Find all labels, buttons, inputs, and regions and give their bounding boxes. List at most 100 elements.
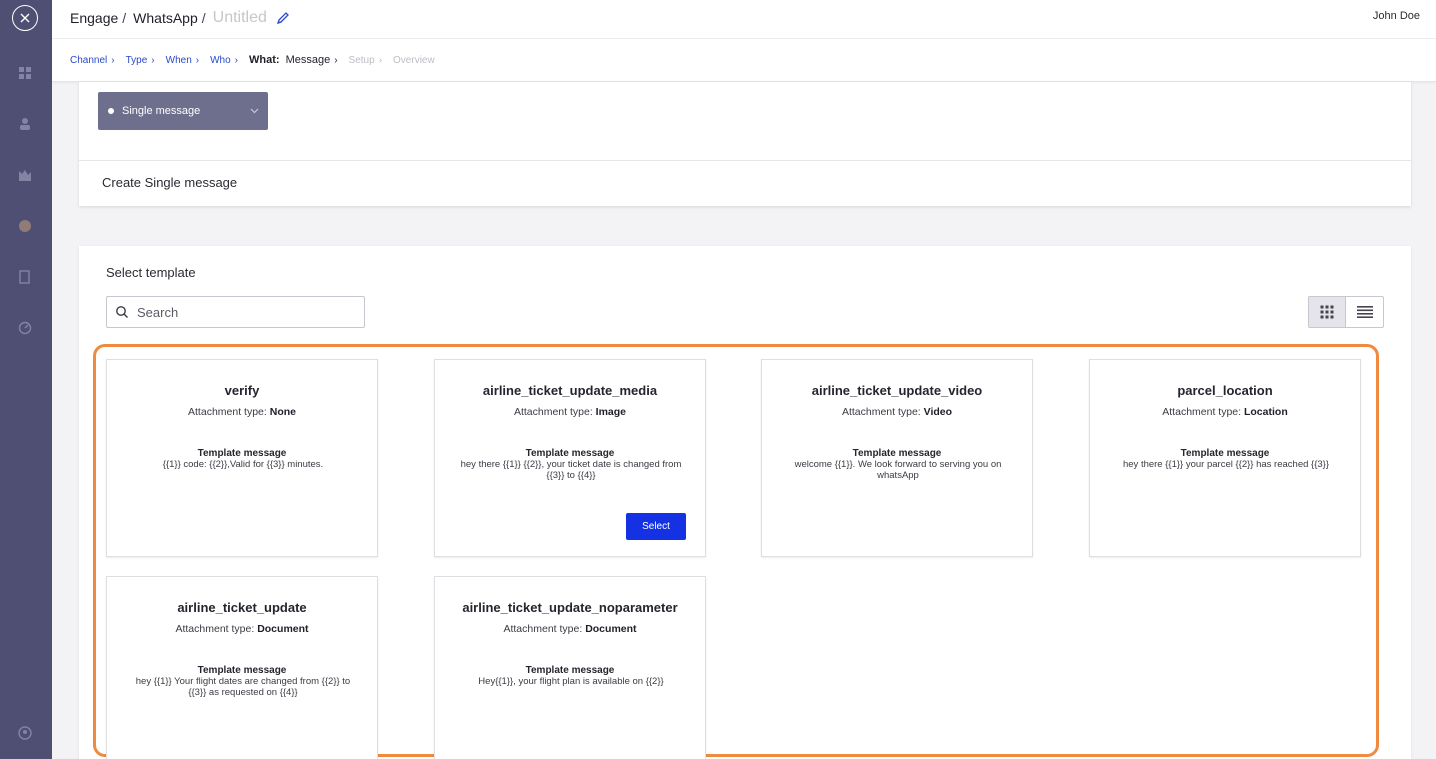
template-attachment: Attachment type: None bbox=[107, 406, 377, 418]
template-message-heading: Template message bbox=[197, 448, 287, 459]
template-card-verify[interactable]: verify Attachment type: None Template me… bbox=[106, 359, 378, 557]
section-title: Select template bbox=[106, 265, 196, 280]
step-when[interactable]: When › bbox=[166, 55, 199, 66]
template-card-parcel-location[interactable]: parcel_location Attachment type: Locatio… bbox=[1089, 359, 1361, 557]
attachment-label: Attachment type: bbox=[841, 406, 921, 418]
attachment-type: None bbox=[269, 406, 296, 418]
attachment-type: Location bbox=[1243, 406, 1288, 418]
template-attachment: Attachment type: Video bbox=[762, 406, 1032, 418]
audience-icon[interactable] bbox=[18, 117, 32, 131]
step-sublabel: Message bbox=[285, 54, 331, 66]
template-message-text: Hey{{1}}, your flight plan is available … bbox=[478, 676, 664, 687]
template-attachment: Attachment type: Image bbox=[435, 406, 705, 418]
chevron-right-icon: › bbox=[378, 54, 383, 66]
message-type-card: Single message Create Single message bbox=[79, 82, 1411, 206]
chevron-right-icon: › bbox=[334, 54, 338, 66]
page-header: Engage / WhatsApp / Untitled John Doe Chan… bbox=[52, 0, 1436, 82]
template-message-text: hey {{1}} Your flight dates are changed … bbox=[135, 676, 351, 698]
template-name: airline_ticket_update_media bbox=[482, 383, 658, 398]
attachment-type: Document bbox=[257, 623, 309, 635]
template-name: airline_ticket_update_noparameter bbox=[462, 600, 678, 615]
template-card-airline-ticket-update-noparameter[interactable]: airline_ticket_update_noparameter Attach… bbox=[434, 576, 706, 759]
step-label: Who bbox=[210, 54, 231, 66]
bullet-icon bbox=[108, 108, 114, 114]
template-message-text: hey there {{1}} {{2}}, your ticket date … bbox=[460, 459, 682, 481]
template-attachment: Attachment type: Document bbox=[107, 623, 377, 635]
step-label: Setup bbox=[348, 54, 375, 66]
content-icon[interactable] bbox=[18, 270, 32, 284]
template-message-text: hey there {{1}} your parcel {{2}} has re… bbox=[1122, 459, 1329, 470]
template-name: parcel_location bbox=[1177, 383, 1273, 398]
list-icon bbox=[1356, 306, 1373, 318]
step-label: What: bbox=[249, 54, 280, 66]
create-message-label: Create Single message bbox=[102, 175, 238, 190]
left-rail bbox=[0, 0, 52, 759]
pencil-icon[interactable] bbox=[276, 11, 290, 25]
message-type-value: Single message bbox=[122, 105, 201, 117]
step-setup: Setup › bbox=[349, 55, 382, 66]
attachment-label: Attachment type: bbox=[175, 623, 255, 635]
template-name: verify bbox=[224, 383, 260, 398]
template-message-text: welcome {{1}}. We look forward to servin… bbox=[794, 459, 1002, 481]
gauge-icon[interactable] bbox=[18, 321, 32, 335]
grid-icon bbox=[1320, 305, 1334, 319]
close-icon[interactable] bbox=[12, 5, 38, 31]
step-channel[interactable]: Channel › bbox=[70, 55, 115, 66]
chevron-right-icon: › bbox=[195, 54, 200, 66]
attachment-label: Attachment type: bbox=[1162, 406, 1242, 418]
search-icon bbox=[116, 306, 128, 318]
breadcrumb-separator: / bbox=[201, 10, 206, 26]
select-template-button[interactable]: Select bbox=[626, 513, 686, 540]
template-card-airline-ticket-update[interactable]: airline_ticket_update Attachment type: D… bbox=[106, 576, 378, 759]
engage-chat-icon[interactable] bbox=[18, 219, 32, 233]
template-selection-card: Select template verify Attachment type: … bbox=[79, 246, 1411, 759]
template-card-airline-ticket-update-video[interactable]: airline_ticket_update_video Attachment t… bbox=[761, 359, 1033, 557]
template-message-heading: Template message bbox=[1180, 448, 1270, 459]
step-label: Type bbox=[125, 54, 148, 66]
template-message-heading: Template message bbox=[852, 448, 942, 459]
breadcrumb-whatsapp[interactable]: WhatsApp bbox=[133, 10, 198, 26]
view-toggle bbox=[1308, 296, 1384, 328]
template-attachment: Attachment type: Document bbox=[435, 623, 705, 635]
step-overview: Overview bbox=[393, 55, 435, 66]
campaign-title: Untitled bbox=[212, 9, 267, 26]
breadcrumb: Engage / WhatsApp / Untitled bbox=[70, 9, 290, 27]
breadcrumb-engage[interactable]: Engage bbox=[70, 10, 118, 26]
dashboard-icon[interactable] bbox=[18, 66, 32, 80]
template-card-airline-ticket-update-media[interactable]: airline_ticket_update_media Attachment t… bbox=[434, 359, 706, 557]
template-name: airline_ticket_update_video bbox=[811, 383, 983, 398]
search-input[interactable] bbox=[137, 304, 357, 320]
grid-view-button[interactable] bbox=[1309, 297, 1347, 327]
breadcrumb-separator: / bbox=[122, 10, 127, 26]
step-who[interactable]: Who › bbox=[210, 55, 238, 66]
header-divider bbox=[52, 38, 1436, 39]
attachment-type: Video bbox=[923, 406, 953, 418]
attachment-label: Attachment type: bbox=[513, 406, 593, 418]
template-message-text: {{1}} code: {{2}},Valid for {{3}} minute… bbox=[162, 459, 324, 470]
user-name[interactable]: John Doe bbox=[1373, 10, 1420, 22]
attachment-type: Image bbox=[595, 406, 627, 418]
template-message-heading: Template message bbox=[525, 665, 615, 676]
search-field[interactable] bbox=[106, 296, 365, 328]
template-message-heading: Template message bbox=[525, 448, 615, 459]
profile-icon[interactable] bbox=[18, 726, 32, 740]
step-what: What: Message › bbox=[249, 54, 338, 66]
analytics-icon[interactable] bbox=[18, 168, 32, 182]
step-type[interactable]: Type › bbox=[126, 55, 155, 66]
chevron-right-icon: › bbox=[234, 54, 239, 66]
step-navigation: Channel › Type › When › Who › What: Message › … bbox=[70, 54, 446, 66]
step-label: When bbox=[165, 54, 192, 66]
template-attachment: Attachment type: Location bbox=[1090, 406, 1360, 418]
attachment-label: Attachment type: bbox=[503, 623, 583, 635]
step-label: Channel bbox=[70, 54, 108, 66]
attachment-type: Document bbox=[585, 623, 637, 635]
message-type-dropdown[interactable]: Single message bbox=[98, 92, 268, 130]
template-name: airline_ticket_update bbox=[177, 600, 307, 615]
step-label: Overview bbox=[393, 54, 435, 66]
chevron-right-icon: › bbox=[111, 54, 115, 66]
card-divider bbox=[79, 160, 1411, 161]
chevron-down-icon bbox=[250, 108, 259, 114]
list-view-button[interactable] bbox=[1346, 297, 1383, 327]
attachment-label: Attachment type: bbox=[188, 406, 267, 418]
chevron-right-icon: › bbox=[151, 54, 155, 66]
